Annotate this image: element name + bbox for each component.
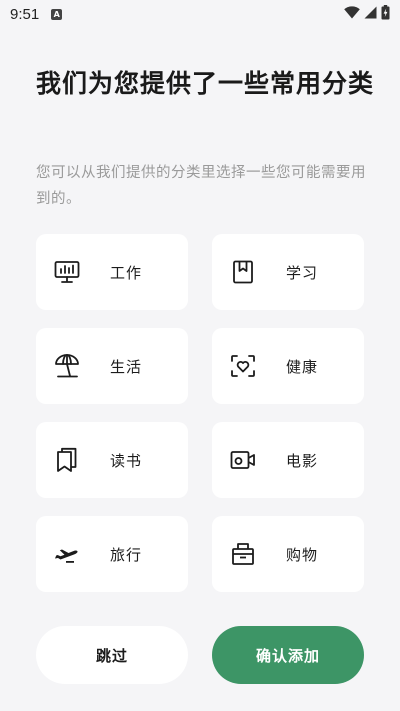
notification-icon: A: [51, 8, 63, 20]
category-label: 学习: [286, 263, 319, 282]
category-setup-screen: 9:51 A 我们为您提供了一些常用分类 您可以从我们提供的分类里选择一些您可能…: [0, 0, 400, 711]
category-label: 电影: [286, 451, 319, 470]
category-card-movies[interactable]: 电影: [212, 422, 364, 498]
category-label: 读书: [110, 451, 143, 470]
category-card-travel[interactable]: 旅行: [36, 516, 188, 592]
status-bar: 9:51 A: [0, 0, 400, 28]
page-subtitle: 您可以从我们提供的分类里选择一些您可能需要用到的。: [36, 165, 366, 207]
status-indicators: [344, 4, 390, 24]
books-icon: [53, 446, 81, 474]
category-card-work[interactable]: 工作: [36, 234, 188, 310]
category-card-reading[interactable]: 读书: [36, 422, 188, 498]
bookmark-book-icon: [229, 258, 257, 286]
category-card-study[interactable]: 学习: [212, 234, 364, 310]
category-label: 旅行: [110, 545, 143, 564]
wifi-icon: [344, 5, 360, 23]
heart-scan-icon: [229, 352, 257, 380]
beach-umbrella-icon: [53, 352, 81, 380]
category-label: 购物: [286, 545, 319, 564]
category-label: 健康: [286, 357, 319, 376]
page-title: 我们为您提供了一些常用分类: [36, 69, 375, 98]
monitor-chart-icon: [53, 258, 81, 286]
category-card-life[interactable]: 生活: [36, 328, 188, 404]
video-camera-icon: [229, 446, 257, 474]
category-card-shopping[interactable]: 购物: [212, 516, 364, 592]
shopping-bag-icon: [229, 540, 257, 568]
confirm-add-button[interactable]: 确认添加: [212, 626, 364, 684]
status-time: 9:51: [10, 5, 40, 23]
category-label: 工作: [110, 263, 143, 282]
signal-icon: [364, 6, 377, 23]
battery-charging-icon: [381, 4, 390, 24]
category-card-health[interactable]: 健康: [212, 328, 364, 404]
airplane-icon: [53, 540, 81, 568]
skip-button[interactable]: 跳过: [36, 626, 188, 684]
category-label: 生活: [110, 357, 143, 376]
